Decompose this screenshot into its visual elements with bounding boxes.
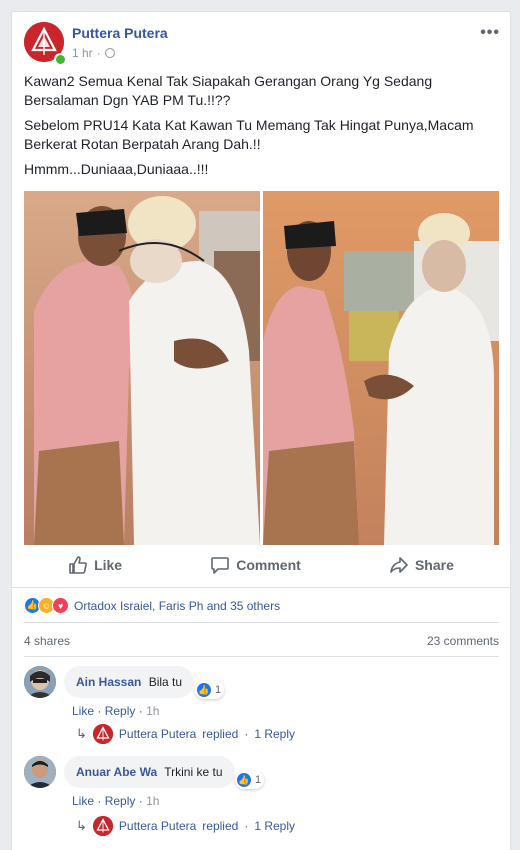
comments-count[interactable]: 23 comments: [427, 634, 499, 648]
more-options-button[interactable]: •••: [480, 24, 500, 42]
replier-name: Puttera Putera: [118, 819, 197, 833]
post-header: Puttera Putera 1 hr · •••: [24, 22, 500, 66]
thumbs-up-icon: [69, 556, 88, 574]
replies-link[interactable]: ↳ Puttera Putera replied · 1 Reply: [76, 816, 295, 836]
replier-avatar: [92, 724, 113, 744]
comment-actions: Like · Reply · 1h: [72, 704, 160, 718]
replier-name: Puttera Putera: [118, 727, 197, 741]
page-logo-icon: [92, 724, 113, 744]
reply-arrow-icon: ↳: [76, 818, 87, 833]
shares-count[interactable]: 4 shares: [24, 634, 70, 648]
comment-text: Bila tu: [148, 675, 183, 689]
divider: [12, 587, 510, 588]
reply-verb: replied: [202, 819, 239, 833]
share-icon: [390, 557, 408, 573]
post-meta: 1 hr ·: [72, 46, 115, 60]
comment-like-link[interactable]: Like: [72, 704, 94, 718]
share-label: Share: [414, 557, 454, 573]
replies-link[interactable]: ↳ Puttera Putera replied · 1 Reply: [76, 724, 295, 744]
replier-avatar: [92, 816, 113, 836]
commenter-name[interactable]: Ain Hassan: [76, 675, 141, 689]
comment-time[interactable]: 1h: [146, 704, 159, 718]
share-button[interactable]: Share: [389, 555, 454, 575]
comment-bubble: Ain Hassan Bila tu: [64, 666, 195, 698]
comment-like-count[interactable]: 👍 1: [235, 771, 265, 789]
divider: [24, 656, 499, 657]
comment-actions: Like · Reply · 1h: [72, 794, 160, 808]
comment-like-number: 1: [255, 774, 262, 786]
post-text: Kawan2 Semua Kenal Tak Siapakah Gerangan…: [24, 72, 498, 185]
love-reaction-icon: ♥: [52, 597, 69, 614]
comment-reply-link[interactable]: Reply: [105, 794, 136, 808]
comment-time[interactable]: 1h: [146, 794, 159, 808]
reply-count: 1 Reply: [254, 819, 296, 833]
comment-button[interactable]: Comment: [210, 555, 301, 575]
commenter-avatar[interactable]: [24, 756, 56, 788]
comment-reply-link[interactable]: Reply: [105, 704, 136, 718]
reactions-summary[interactable]: 👍 ☺ ♥ Ortadox Israiel, Faris Ph and 35 o…: [24, 597, 280, 614]
reply-verb: replied: [202, 727, 239, 741]
comment-icon: [211, 557, 230, 574]
comment-bubble: Anuar Abe Wa Trkini ke tu: [64, 756, 235, 788]
comment-like-link[interactable]: Like: [72, 794, 94, 808]
post-paragraph: Kawan2 Semua Kenal Tak Siapakah Gerangan…: [24, 73, 433, 108]
like-button[interactable]: Like: [68, 555, 122, 575]
post-actions: Like Comment Share: [24, 550, 498, 580]
reply-arrow-icon: ↳: [76, 726, 87, 741]
comment-like-number: 1: [215, 684, 222, 696]
comment-label: Comment: [236, 557, 301, 573]
post-author[interactable]: Puttera Putera: [72, 25, 168, 41]
photo-image: [24, 191, 499, 545]
globe-icon: [104, 48, 115, 58]
commenter-name[interactable]: Anuar Abe Wa: [76, 765, 157, 779]
avatar-image: [24, 756, 56, 788]
post-photo[interactable]: [24, 191, 499, 545]
post-paragraph: Sebelom PRU14 Kata Kat Kawan Tu Memang T…: [24, 117, 474, 152]
avatar-image: [24, 666, 56, 698]
like-reaction-icon: 👍: [236, 772, 252, 788]
reactions-names[interactable]: Ortadox Israiel, Faris Ph and 35 others: [74, 599, 280, 613]
like-reaction-icon: 👍: [196, 682, 212, 698]
post-time[interactable]: 1 hr: [72, 46, 93, 60]
commenter-avatar[interactable]: [24, 666, 56, 698]
reply-count: 1 Reply: [254, 727, 296, 741]
online-status-dot: [54, 53, 67, 66]
comment-like-count[interactable]: 👍 1: [195, 681, 225, 699]
post-paragraph: Hmmm...Duniaaa,Duniaaa..!!!: [24, 161, 209, 177]
post-card: Puttera Putera 1 hr · ••• Kawan2 Semua K…: [11, 11, 511, 850]
comment-text: Trkini ke tu: [164, 765, 223, 779]
divider: [24, 622, 499, 623]
like-label: Like: [94, 557, 123, 573]
page-logo-icon: [92, 816, 113, 836]
